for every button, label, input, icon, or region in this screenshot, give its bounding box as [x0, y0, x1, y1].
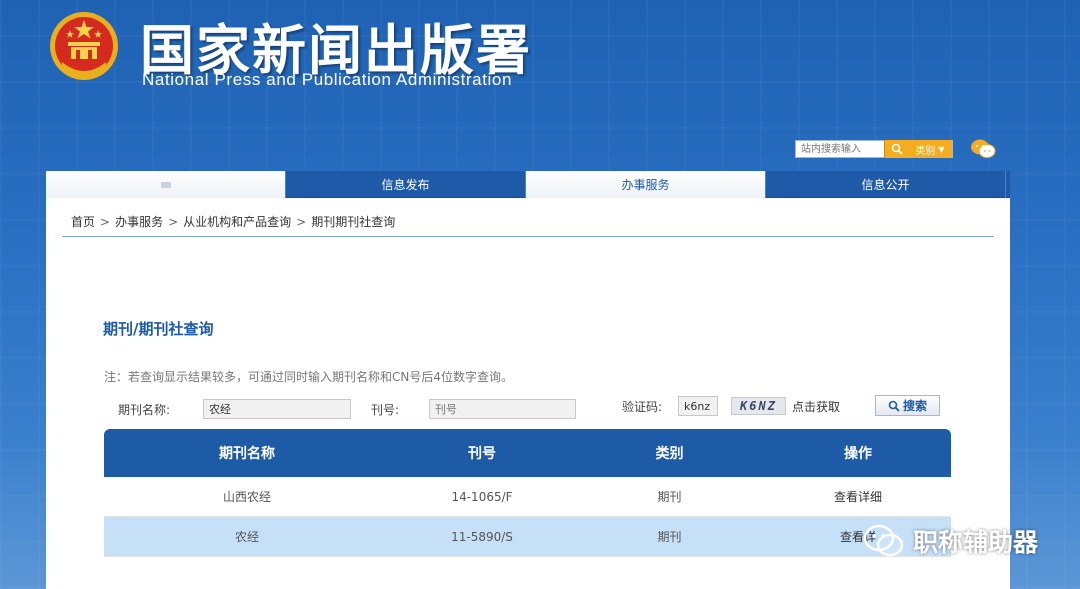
site-search-button[interactable] [884, 140, 908, 158]
nav-item-label: 信息发布 [381, 178, 430, 192]
wechat-icon[interactable] [970, 138, 996, 160]
captcha-refresh-link[interactable]: 点击获取 [792, 398, 840, 415]
table-header: 期刊名称 刊号 类别 操作 [104, 429, 951, 477]
breadcrumb-separator: > [296, 214, 307, 229]
site-search: 类别 ▼ [795, 140, 953, 158]
cell-category: 期刊 [657, 490, 682, 504]
category-dropdown[interactable]: 类别 ▼ [908, 140, 952, 158]
journal-number-label: 刊号: [371, 403, 400, 417]
watermark: 职称辅助器 [863, 523, 1038, 559]
breadcrumb-current: 期刊期刊社查询 [311, 215, 396, 229]
column-header-category: 类别 [655, 446, 684, 462]
site-search-input[interactable] [796, 141, 884, 157]
view-details-link[interactable]: 查看详细 [765, 477, 951, 516]
cell-number: 14-1065/F [451, 489, 513, 504]
breadcrumb-home[interactable]: 首页 [71, 213, 95, 230]
search-icon [891, 143, 903, 155]
nav-home-marker [160, 181, 171, 188]
breadcrumb: 首页 > 办事服务 > 从业机构和产品查询 > 期刊期刊社查询 [71, 213, 395, 230]
search-button[interactable]: 搜索 [875, 395, 940, 416]
captcha-image[interactable]: K6NZ [731, 397, 786, 415]
nav-item-info-release[interactable]: 信息发布 [286, 171, 526, 198]
breadcrumb-org-query[interactable]: 从业机构和产品查询 [183, 213, 291, 230]
table-row: 农经 11-5890/S 期刊 查看详 [104, 517, 951, 557]
cell-number: 11-5890/S [451, 529, 513, 544]
nav-item-home[interactable] [46, 171, 286, 198]
breadcrumb-divider [62, 236, 994, 237]
nav-item-label: 信息公开 [861, 178, 910, 192]
table-row: 山西农经 14-1065/F 期刊 查看详细 [104, 477, 951, 517]
watermark-text: 职称辅助器 [913, 528, 1039, 557]
cell-category: 期刊 [657, 530, 682, 544]
captcha-label: 验证码: [622, 400, 663, 414]
column-header-name: 期刊名称 [219, 446, 275, 462]
journal-number-input[interactable] [429, 399, 576, 419]
breadcrumb-services[interactable]: 办事服务 [115, 213, 163, 230]
column-header-action: 操作 [844, 446, 872, 462]
main-nav: 信息发布 办事服务 信息公开 [46, 171, 1010, 198]
search-icon [888, 400, 900, 412]
page-title: 期刊/期刊社查询 [103, 320, 214, 338]
query-note: 注：若查询显示结果较多，可通过同时输入期刊名称和CN号后4位数字查询。 [104, 370, 513, 384]
breadcrumb-separator: > [168, 214, 179, 229]
results-table: 期刊名称 刊号 类别 操作 山西农经 14-1065/F 期刊 查看详细 农经 … [104, 429, 951, 557]
site-subtitle: National Press and Publication Administr… [142, 70, 513, 89]
cell-name: 农经 [234, 530, 259, 544]
breadcrumb-separator: > [100, 214, 111, 229]
search-button-label: 搜索 [902, 399, 927, 413]
nav-item-services[interactable]: 办事服务 [526, 171, 766, 198]
cell-name: 山西农经 [222, 490, 271, 504]
wechat-icon [863, 524, 904, 557]
journal-name-label: 期刊名称: [118, 403, 171, 417]
nav-item-label: 办事服务 [621, 178, 670, 192]
column-header-number: 刊号 [468, 446, 496, 462]
national-emblem-icon [50, 12, 118, 80]
journal-name-input[interactable] [203, 399, 351, 419]
nav-item-info-public[interactable]: 信息公开 [766, 171, 1006, 198]
category-label: 类别 [915, 145, 936, 157]
caret-down-icon: ▼ [938, 144, 945, 154]
captcha-input[interactable] [678, 396, 718, 416]
